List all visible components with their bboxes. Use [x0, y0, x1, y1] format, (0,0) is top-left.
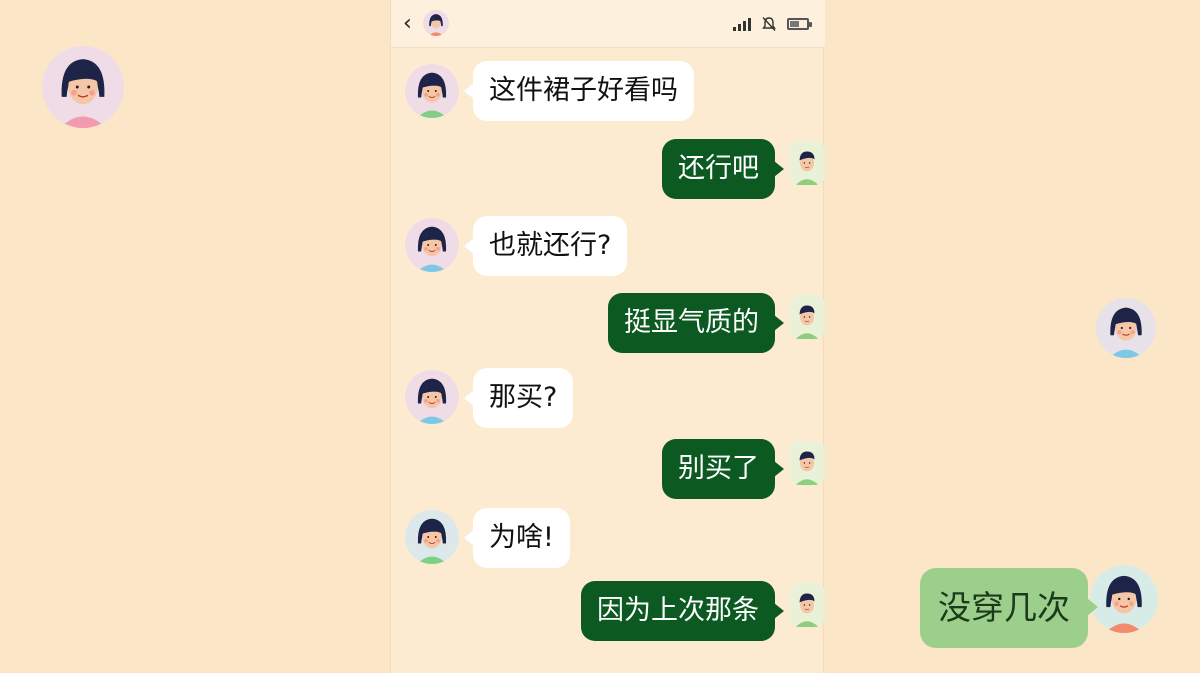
battery-icon [787, 18, 812, 30]
woman-avatar-large [42, 46, 124, 128]
status-icons [733, 14, 812, 34]
incoming-message-bubble: 为啥! [464, 508, 570, 568]
woman-avatar-large [1090, 565, 1158, 633]
incoming-message-bubble: 这件裙子好看吗 [464, 61, 694, 121]
status-bar: ‹ [391, 0, 825, 48]
chat-screen: ‹ 这件裙子好看吗 还行吧 也就还行? 挺显气质的 那买? 别买了 为啥! 因为… [390, 0, 825, 673]
woman-avatar [405, 510, 459, 564]
outgoing-message-bubble: 还行吧 [662, 139, 784, 199]
outgoing-message-bubble: 因为上次那条 [581, 581, 784, 641]
outgoing-message-bubble: 别买了 [662, 439, 784, 499]
woman-avatar-large [1096, 298, 1156, 358]
woman-avatar [405, 370, 459, 424]
chevron-left-icon[interactable]: ‹ [403, 10, 423, 38]
mute-icon [762, 17, 776, 31]
overlay-message-bubble: 没穿几次 [920, 568, 1098, 648]
outgoing-message-bubble: 挺显气质的 [608, 293, 784, 353]
man-avatar [789, 141, 825, 185]
man-avatar [789, 441, 825, 485]
woman-avatar [405, 64, 459, 118]
man-avatar [789, 583, 825, 627]
contact-avatar[interactable] [423, 10, 449, 36]
incoming-message-bubble: 也就还行? [463, 216, 628, 276]
signal-icon [733, 17, 751, 31]
man-avatar [789, 295, 825, 339]
woman-avatar [405, 218, 459, 272]
incoming-message-bubble: 那买? [463, 368, 574, 428]
